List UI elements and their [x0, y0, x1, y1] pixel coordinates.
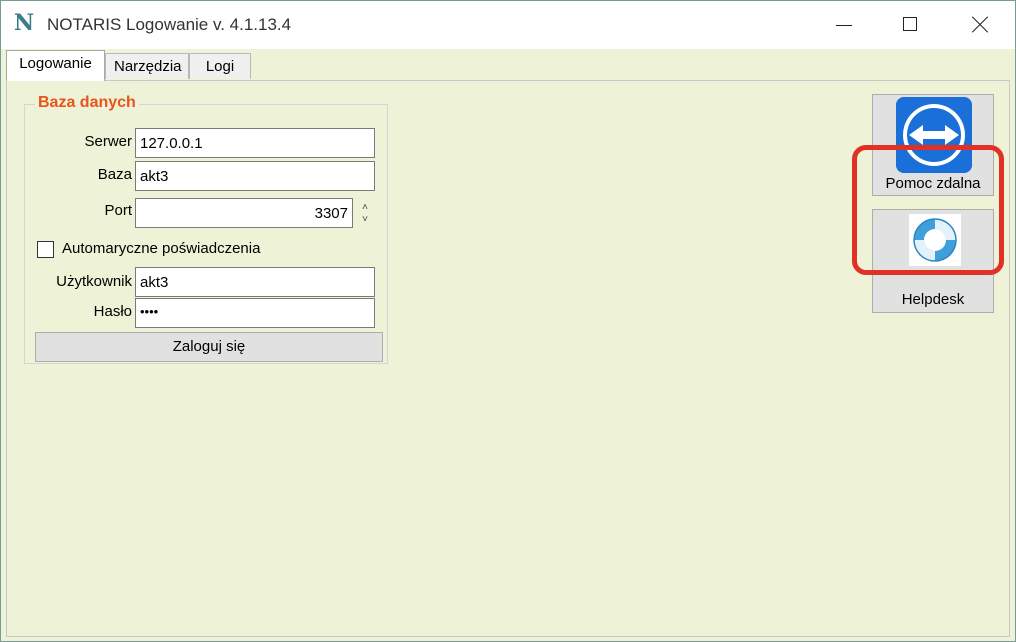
tab-logi[interactable]: Logi	[189, 53, 251, 79]
tab-strip: Logowanie Narzędzia Logi	[1, 49, 1015, 81]
client-area: Logowanie Narzędzia Logi Baza danych Ser…	[1, 49, 1015, 641]
port-stepper[interactable]: ˄ ˅	[356, 202, 374, 232]
title-bar: N NOTARIS Logowanie v. 4.1.13.4	[1, 1, 1015, 49]
tab-page-logowanie: Baza danych Serwer Baza Port ˄ ˅ Automar…	[6, 80, 1010, 637]
port-label: Port	[104, 202, 132, 219]
auto-credentials-checkbox[interactable]	[37, 241, 54, 258]
minimize-button[interactable]	[821, 1, 867, 49]
spin-up-icon[interactable]: ˄	[356, 202, 374, 214]
login-window: N NOTARIS Logowanie v. 4.1.13.4 Logowani…	[0, 0, 1016, 642]
tab-logowanie[interactable]: Logowanie	[6, 50, 105, 81]
auto-credentials-label[interactable]: Automaryczne poświadczenia	[62, 240, 260, 257]
helpdesk-button[interactable]: Helpdesk	[872, 209, 994, 313]
tab-narzedzia[interactable]: Narzędzia	[105, 53, 189, 79]
spin-down-icon[interactable]: ˅	[356, 214, 374, 226]
login-button[interactable]: Zaloguj się	[35, 332, 383, 362]
server-label: Serwer	[84, 133, 132, 150]
user-input[interactable]	[135, 267, 375, 297]
notaris-logo-icon: N	[14, 10, 34, 36]
helpdesk-label: Helpdesk	[901, 291, 965, 308]
server-input[interactable]	[135, 128, 375, 158]
password-input[interactable]: ••••	[135, 298, 375, 328]
remote-help-label: Pomoc zdalna	[885, 175, 981, 192]
database-input[interactable]	[135, 161, 375, 191]
password-label: Hasło	[93, 303, 132, 320]
teamviewer-icon	[896, 97, 972, 173]
user-label: Użytkownik	[56, 273, 132, 290]
maximize-button[interactable]	[887, 1, 933, 49]
database-group-title: Baza danych	[35, 94, 139, 112]
port-input[interactable]	[135, 198, 353, 228]
database-group: Baza danych Serwer Baza Port ˄ ˅ Automar…	[24, 94, 388, 364]
lifebuoy-icon	[909, 214, 961, 266]
remote-help-button[interactable]: Pomoc zdalna	[872, 94, 994, 196]
close-button[interactable]	[956, 1, 1002, 49]
window-title: NOTARIS Logowanie v. 4.1.13.4	[47, 15, 292, 34]
database-label: Baza	[97, 166, 132, 183]
